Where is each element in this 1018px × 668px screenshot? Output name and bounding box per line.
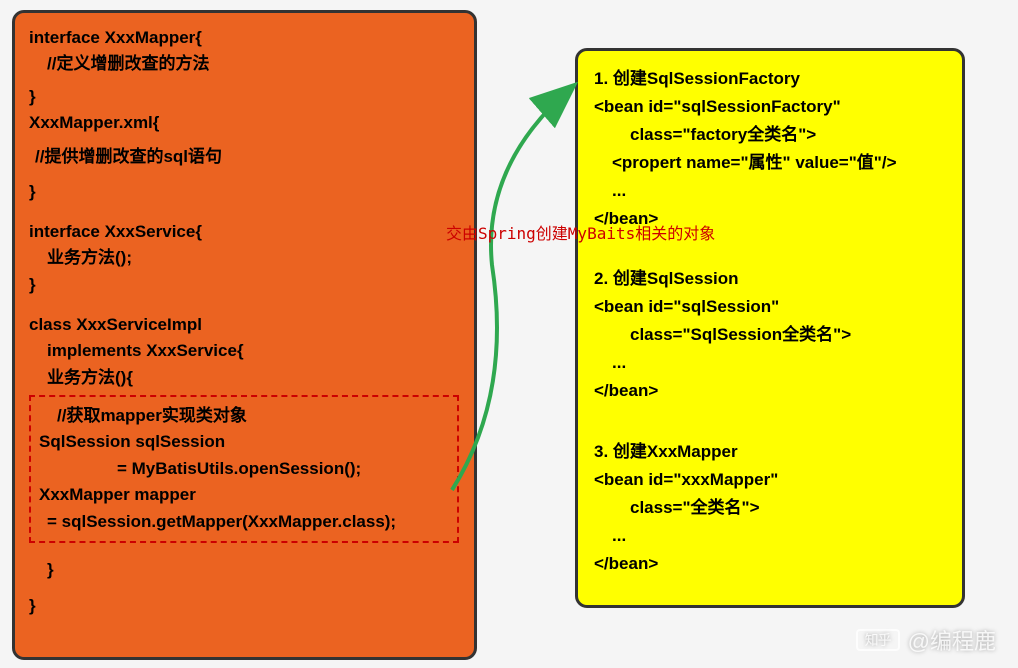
dashed-sqlsession-decl: SqlSession sqlSession: [39, 429, 449, 455]
service-impl-method-close: }: [29, 557, 460, 583]
service-impl-line1: class XxxServiceImpl: [29, 312, 460, 338]
mapper-xml-comment: //提供增删改查的sql语句: [29, 144, 460, 170]
service-impl-close: }: [29, 593, 460, 619]
mapper-interface-comment: //定义增删改查的方法: [29, 51, 460, 77]
s1-property: <propert name="属性" value="值"/>: [594, 149, 946, 177]
s1-ellipsis: ...: [594, 177, 946, 205]
s3-ellipsis: ...: [594, 522, 946, 550]
s3-bean-close: </bean>: [594, 550, 946, 578]
s2-class: class="SqlSession全类名">: [594, 321, 946, 349]
watermark: 知乎 @编程鹿: [856, 624, 996, 656]
zhihu-logo-icon: 知乎: [856, 629, 900, 651]
s2-bean-open: <bean id="sqlSession": [594, 293, 946, 321]
arrow-label: 交由Spring创建MyBaits相关的对象: [446, 220, 715, 244]
mapper-xml-close: }: [29, 179, 460, 205]
dashed-mapper-decl: XxxMapper mapper: [39, 482, 449, 508]
section-xxxmapper: 3. 创建XxxMapper <bean id="xxxMapper" clas…: [594, 438, 946, 578]
s3-class: class="全类名">: [594, 494, 946, 522]
s2-title: 2. 创建SqlSession: [594, 265, 946, 293]
spring-config-panel: 1. 创建SqlSessionFactory <bean id="sqlSess…: [575, 48, 965, 608]
s1-title: 1. 创建SqlSessionFactory: [594, 65, 946, 93]
watermark-text: @编程鹿: [908, 624, 996, 656]
dashed-comment: //获取mapper实现类对象: [39, 403, 449, 429]
service-interface-line1: interface XxxService{: [29, 219, 460, 245]
s3-title: 3. 创建XxxMapper: [594, 438, 946, 466]
mapper-interface-line1: interface XxxMapper{: [29, 25, 460, 51]
dashed-mapper-assign: = sqlSession.getMapper(XxxMapper.class);: [39, 509, 449, 535]
s3-bean-open: <bean id="xxxMapper": [594, 466, 946, 494]
service-impl-line2: implements XxxService{: [29, 338, 460, 364]
s1-class: class="factory全类名">: [594, 121, 946, 149]
service-interface-method: 业务方法();: [29, 245, 460, 271]
mapper-xml-line1: XxxMapper.xml{: [29, 110, 460, 136]
s1-bean-open: <bean id="sqlSessionFactory": [594, 93, 946, 121]
s2-ellipsis: ...: [594, 349, 946, 377]
service-impl-method: 业务方法(){: [29, 365, 460, 391]
section-sqlsessionfactory: 1. 创建SqlSessionFactory <bean id="sqlSess…: [594, 65, 946, 233]
service-interface-close: }: [29, 272, 460, 298]
dashed-sqlsession-assign: = MyBatisUtils.openSession();: [39, 456, 449, 482]
code-panel-left: interface XxxMapper{ //定义增删改查的方法 } XxxMa…: [12, 10, 477, 660]
s2-bean-close: </bean>: [594, 377, 946, 405]
section-sqlsession: 2. 创建SqlSession <bean id="sqlSession" cl…: [594, 265, 946, 405]
highlighted-code-block: //获取mapper实现类对象 SqlSession sqlSession = …: [29, 395, 459, 543]
mapper-interface-close: }: [29, 84, 460, 110]
